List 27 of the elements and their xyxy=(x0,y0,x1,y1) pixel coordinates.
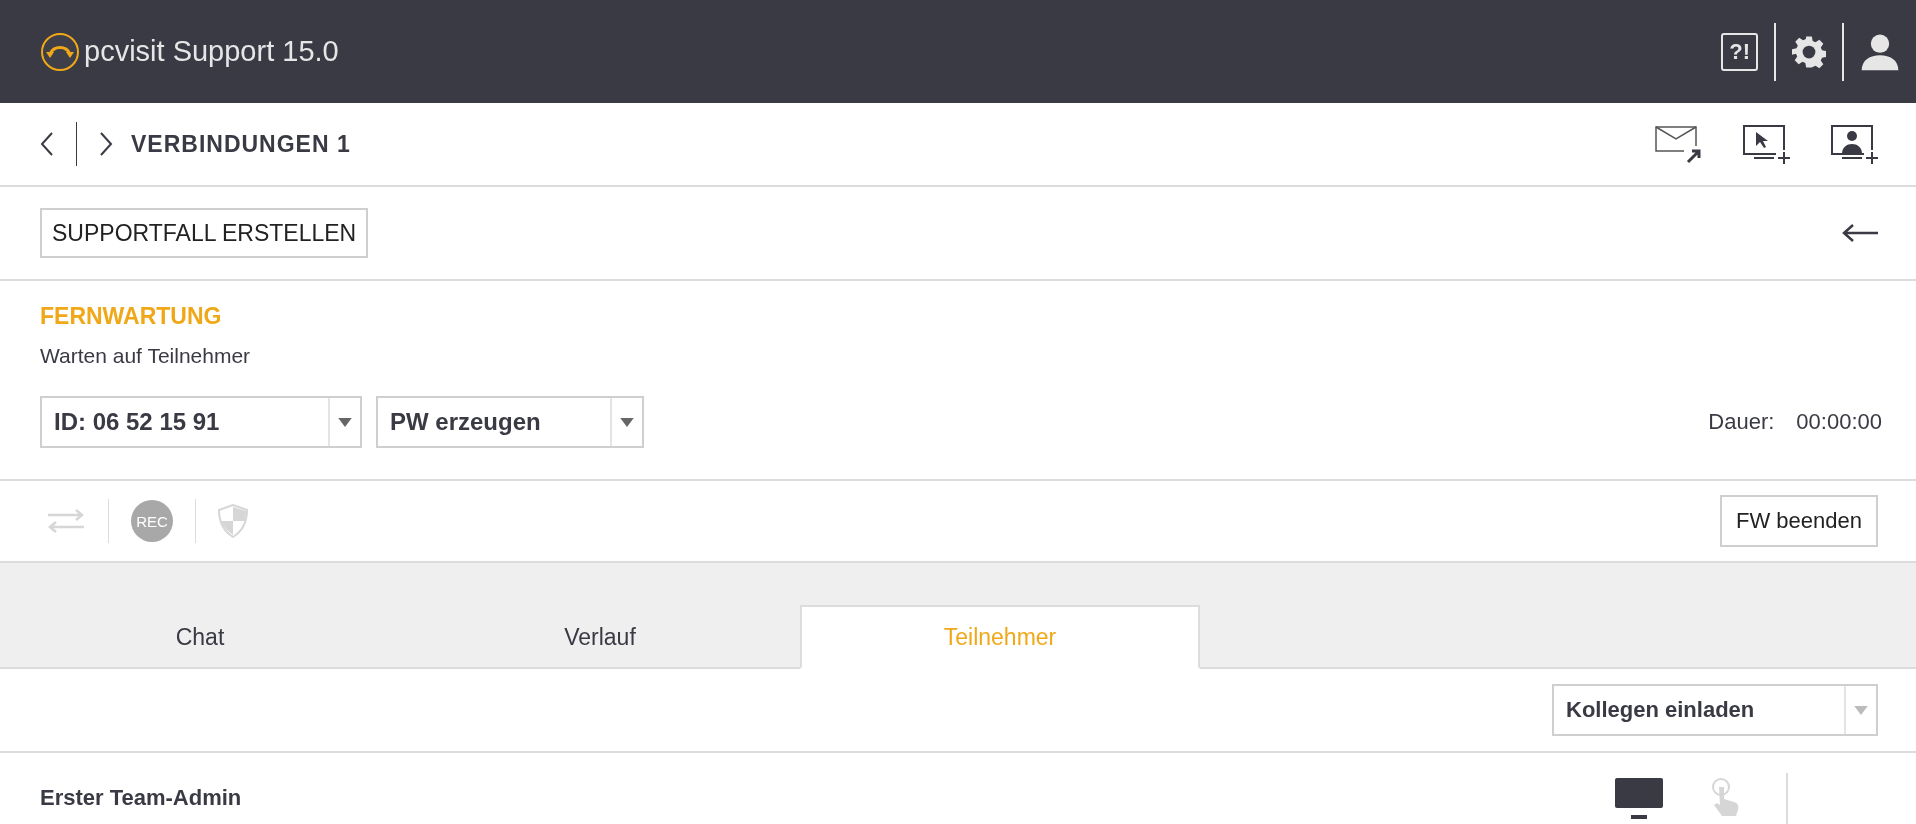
end-session-button[interactable]: FW beenden xyxy=(1720,495,1878,547)
caret-icon xyxy=(338,417,352,427)
password-dropdown[interactable]: PW erzeugen xyxy=(376,396,644,448)
id-dropdown[interactable]: ID: 06 52 15 91 xyxy=(40,396,362,448)
caret-icon xyxy=(1854,705,1868,715)
tab[interactable]: Chat xyxy=(0,605,400,669)
duration-label: Dauer: xyxy=(1708,409,1775,435)
screen-person-plus-icon[interactable] xyxy=(1830,124,1880,164)
back-arrow-icon[interactable] xyxy=(1842,223,1878,243)
invite-dropdown[interactable]: Kollegen einladen xyxy=(1552,684,1878,736)
monitor-icon[interactable] xyxy=(1614,777,1664,821)
create-case-button[interactable]: SUPPORTFALL ERSTELLEN xyxy=(40,208,369,258)
help-button[interactable]: ?! xyxy=(1721,32,1758,71)
logo-icon xyxy=(40,31,80,72)
participant-name: Erster Team-Admin xyxy=(40,785,242,811)
back-icon[interactable] xyxy=(40,131,54,157)
forward-icon[interactable] xyxy=(99,131,113,157)
mail-arrow-icon[interactable] xyxy=(1654,124,1704,164)
status-text: Warten auf Teilnehmer xyxy=(40,344,252,368)
screen-pointer-plus-icon[interactable] xyxy=(1742,124,1792,164)
page-title: VERBINDUNGEN 1 xyxy=(131,130,351,158)
app-title: pcvisit Support 15.0 xyxy=(84,35,339,68)
caret-icon xyxy=(620,417,634,427)
duration-value: 00:00:00 xyxy=(1796,409,1882,435)
section-title: FERNWARTUNG xyxy=(40,303,223,330)
tab[interactable]: Verlauf xyxy=(400,605,800,669)
settings-icon[interactable] xyxy=(1792,34,1826,69)
